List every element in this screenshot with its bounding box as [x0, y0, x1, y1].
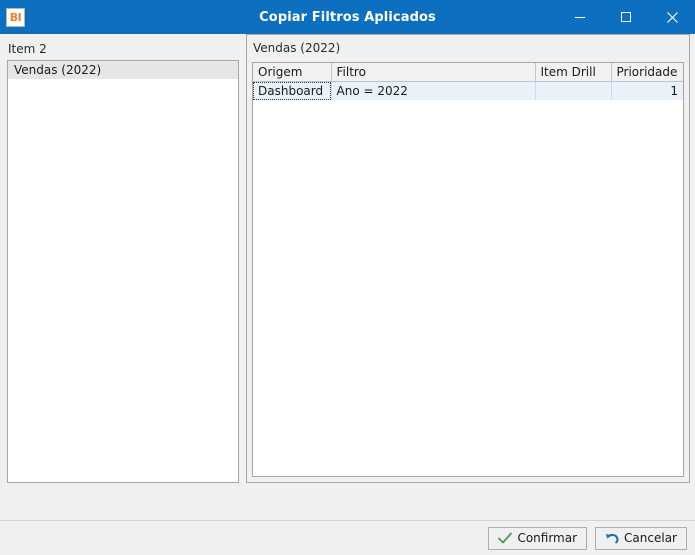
column-header-prioridade[interactable]: Prioridade [611, 63, 683, 82]
column-header-origem[interactable]: Origem [253, 63, 332, 82]
column-header-item-drill[interactable]: Item Drill [535, 63, 612, 82]
cell-filtro[interactable]: Ano = 2022 [331, 81, 536, 100]
window-controls [557, 0, 695, 34]
minimize-button[interactable] [557, 0, 603, 34]
column-header-filtro[interactable]: Filtro [331, 63, 536, 82]
title-bar: BI Copiar Filtros Aplicados [0, 0, 695, 34]
left-pane-label: Item 2 [8, 42, 47, 56]
filters-grid: Origem Filtro Item Drill Prioridade Dash… [253, 63, 683, 100]
dialog-footer: Confirmar Cancelar [0, 520, 695, 555]
confirm-button-label: Confirmar [517, 531, 578, 545]
table-header-row: Origem Filtro Item Drill Prioridade [253, 63, 683, 82]
close-icon [666, 11, 679, 24]
filters-grid-container[interactable]: Origem Filtro Item Drill Prioridade Dash… [252, 62, 684, 477]
undo-arrow-icon [605, 532, 619, 545]
cancel-button[interactable]: Cancelar [595, 526, 687, 550]
dialog-window: BI Copiar Filtros Aplicados Item 2 Venda… [0, 0, 695, 555]
left-pane: Item 2 Vendas (2022) [0, 34, 245, 520]
dialog-body: Item 2 Vendas (2022) Vendas (2022) Orige… [0, 34, 695, 520]
cancel-button-label: Cancelar [624, 531, 677, 545]
cell-prioridade[interactable]: 1 [611, 81, 683, 100]
cell-item-drill[interactable] [535, 81, 612, 100]
minimize-icon [574, 11, 586, 23]
bi-app-icon: BI [6, 7, 25, 27]
cell-origem[interactable]: Dashboard [253, 81, 332, 100]
confirm-button[interactable]: Confirmar [488, 526, 588, 550]
item-listbox[interactable]: Vendas (2022) [7, 60, 239, 483]
table-row[interactable]: Dashboard Ano = 2022 1 [253, 81, 683, 100]
close-button[interactable] [649, 0, 695, 34]
list-item[interactable]: Vendas (2022) [8, 61, 238, 79]
right-pane: Vendas (2022) Origem Filtro Item Drill P… [246, 34, 690, 483]
check-icon [498, 532, 513, 544]
maximize-icon [620, 11, 632, 23]
maximize-button[interactable] [603, 0, 649, 34]
right-pane-title: Vendas (2022) [253, 41, 341, 55]
